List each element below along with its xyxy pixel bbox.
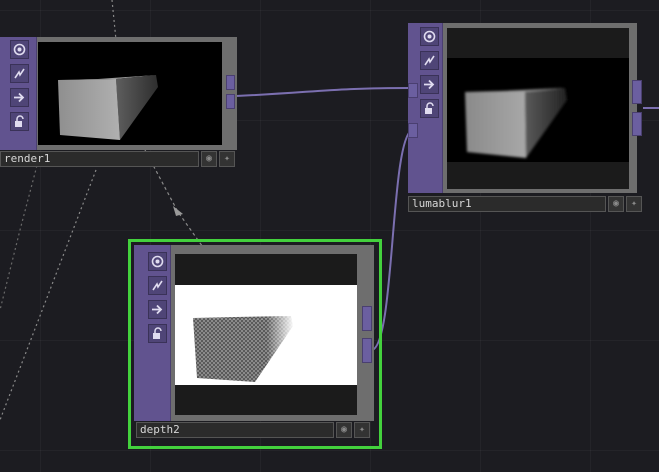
lumablur-preview <box>447 28 629 189</box>
node-name-label[interactable]: lumablur1 <box>408 196 606 212</box>
input-connector[interactable] <box>408 83 418 98</box>
depth-node[interactable]: depth2 ◉ ✦ <box>134 245 376 443</box>
render-node[interactable]: render1 ◉ ✦ <box>0 37 237 168</box>
export-arrow-icon[interactable] <box>10 88 29 107</box>
display-flag-icon[interactable]: ◉ <box>608 196 624 212</box>
viewer-toggle-icon[interactable] <box>148 252 167 271</box>
reference-wire <box>0 169 97 421</box>
bypass-icon[interactable] <box>148 276 167 295</box>
depth-preview <box>175 254 357 415</box>
lock-icon[interactable] <box>148 324 167 343</box>
render-flag-icon[interactable]: ✦ <box>626 196 642 212</box>
viewer-toggle-icon[interactable] <box>10 40 29 59</box>
display-flag-icon[interactable]: ◉ <box>336 422 352 438</box>
node-name-label[interactable]: render1 <box>0 151 199 167</box>
bypass-icon[interactable] <box>420 51 439 70</box>
bypass-icon[interactable] <box>10 64 29 83</box>
render-flag-icon[interactable]: ✦ <box>219 151 235 167</box>
display-flag-icon[interactable]: ◉ <box>201 151 217 167</box>
input-connector[interactable] <box>408 123 418 138</box>
output-connector[interactable] <box>362 338 372 363</box>
output-connector[interactable] <box>226 75 235 90</box>
lumablur-node[interactable]: lumablur1 ◉ ✦ <box>408 23 645 213</box>
node-name-label[interactable]: depth2 <box>136 422 334 438</box>
output-connector[interactable] <box>632 80 642 104</box>
export-arrow-icon[interactable] <box>420 75 439 94</box>
lock-icon[interactable] <box>420 99 439 118</box>
lock-icon[interactable] <box>10 112 29 131</box>
wire-render-to-lumablur <box>235 87 411 97</box>
output-connector[interactable] <box>362 306 372 331</box>
output-connector[interactable] <box>632 112 642 136</box>
viewer-toggle-icon[interactable] <box>420 27 439 46</box>
reference-arrow-icon <box>173 206 183 216</box>
output-connector[interactable] <box>226 94 235 109</box>
export-arrow-icon[interactable] <box>148 300 167 319</box>
reference-wire <box>111 0 117 41</box>
render-flag-icon[interactable]: ✦ <box>354 422 370 438</box>
render-preview <box>38 42 222 145</box>
